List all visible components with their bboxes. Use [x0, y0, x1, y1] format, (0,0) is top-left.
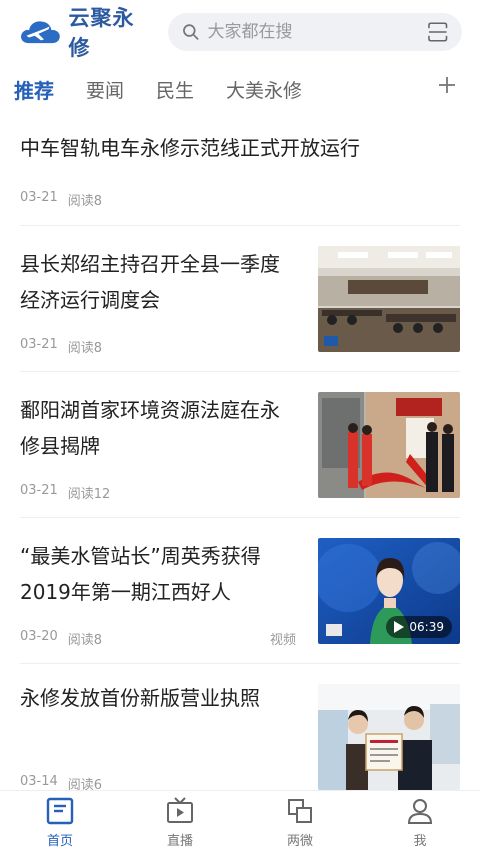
header: 云聚永修 [0, 0, 480, 64]
home-icon [46, 797, 74, 825]
article-read-count: 阅读8 [67, 341, 103, 356]
article-item[interactable]: 县长郑绍主持召开全县一季度经济运行调度会 03-21 阅读8 [20, 226, 460, 372]
nav-label-live: 直播 [166, 834, 193, 849]
app-name: 云聚永修 [68, 6, 135, 60]
article-title: 县长郑绍主持召开全县一季度经济运行调度会 [20, 252, 280, 312]
category-tabs: 推荐 要闻 民生 大美永修 [0, 66, 480, 112]
article-meta: 03-20 阅读8 [20, 629, 102, 648]
article-item[interactable]: 鄱阳湖首家环境资源法庭在永修县揭牌 03-21 阅读12 [20, 372, 460, 518]
nav-item-live[interactable]: 直播 [120, 791, 240, 853]
video-duration: 06:39 [409, 620, 444, 634]
article-read-count: 阅读8 [67, 194, 103, 209]
tab-recommend[interactable]: 推荐 [14, 75, 54, 104]
play-icon [394, 621, 405, 633]
article-thumbnail [318, 246, 460, 352]
search-icon [183, 24, 199, 40]
article-thumbnail [318, 392, 460, 498]
article-thumbnail[interactable]: 06:39 [318, 538, 460, 644]
article-title: “最美水管站长”周英秀获得2019年第一期江西好人 [20, 544, 261, 604]
tab-livelihood[interactable]: 民生 [156, 76, 194, 103]
article-meta: 03-21 阅读8 [20, 337, 102, 356]
article-date: 03-21 [20, 483, 58, 498]
tab-headlines[interactable]: 要闻 [86, 76, 124, 103]
scan-icon[interactable] [427, 21, 448, 43]
tv-icon [167, 797, 193, 823]
cloud-logo-icon [21, 21, 60, 44]
business-license-image [318, 684, 460, 790]
nav-label-home: 首页 [46, 834, 73, 849]
article-meta: 03-21 阅读12 [20, 483, 110, 502]
article-date: 03-20 [20, 629, 58, 644]
article-item[interactable]: “最美水管站长”周英秀获得2019年第一期江西好人 03-20 阅读8 视频 0… [20, 518, 460, 664]
article-title: 鄱阳湖首家环境资源法庭在永修县揭牌 [20, 398, 280, 458]
nav-item-home[interactable]: 首页 [0, 791, 120, 853]
article-item[interactable]: 永修发放首份新版营业执照 03-14 阅读6 [20, 664, 460, 793]
article-read-count: 阅读12 [67, 487, 111, 502]
add-tab-icon[interactable] [436, 74, 458, 96]
nav-label-weibo-wechat: 两微 [286, 834, 313, 849]
article-item[interactable]: 中车智轨电车永修示范线正式开放运行 03-21 阅读8 [20, 130, 460, 226]
article-date: 03-21 [20, 337, 58, 352]
search-bar[interactable] [168, 13, 462, 51]
video-tag: 视频 [270, 633, 297, 648]
article-title: 永修发放首份新版营业执照 [20, 686, 260, 710]
article-thumbnail [318, 684, 460, 790]
nav-item-me[interactable]: 我 [360, 791, 480, 853]
app-logo[interactable]: 云聚永修 [18, 2, 150, 62]
article-meta: 03-21 阅读8 [20, 190, 102, 209]
user-icon [407, 799, 433, 824]
nav-item-weibo-wechat[interactable]: 两微 [240, 791, 360, 853]
article-title: 中车智轨电车永修示范线正式开放运行 [20, 136, 360, 160]
bottom-nav: 首页 直播 两微 我 [0, 790, 480, 853]
article-read-count: 阅读8 [67, 633, 103, 648]
video-duration-badge: 06:39 [386, 616, 452, 638]
nav-label-me: 我 [413, 834, 427, 849]
link-icon [288, 799, 312, 823]
search-input[interactable] [207, 22, 427, 42]
meeting-room-image [318, 246, 460, 352]
article-date: 03-21 [20, 190, 58, 205]
ribbon-ceremony-image [318, 392, 460, 498]
tab-beautiful-yongxiu[interactable]: 大美永修 [226, 76, 302, 103]
